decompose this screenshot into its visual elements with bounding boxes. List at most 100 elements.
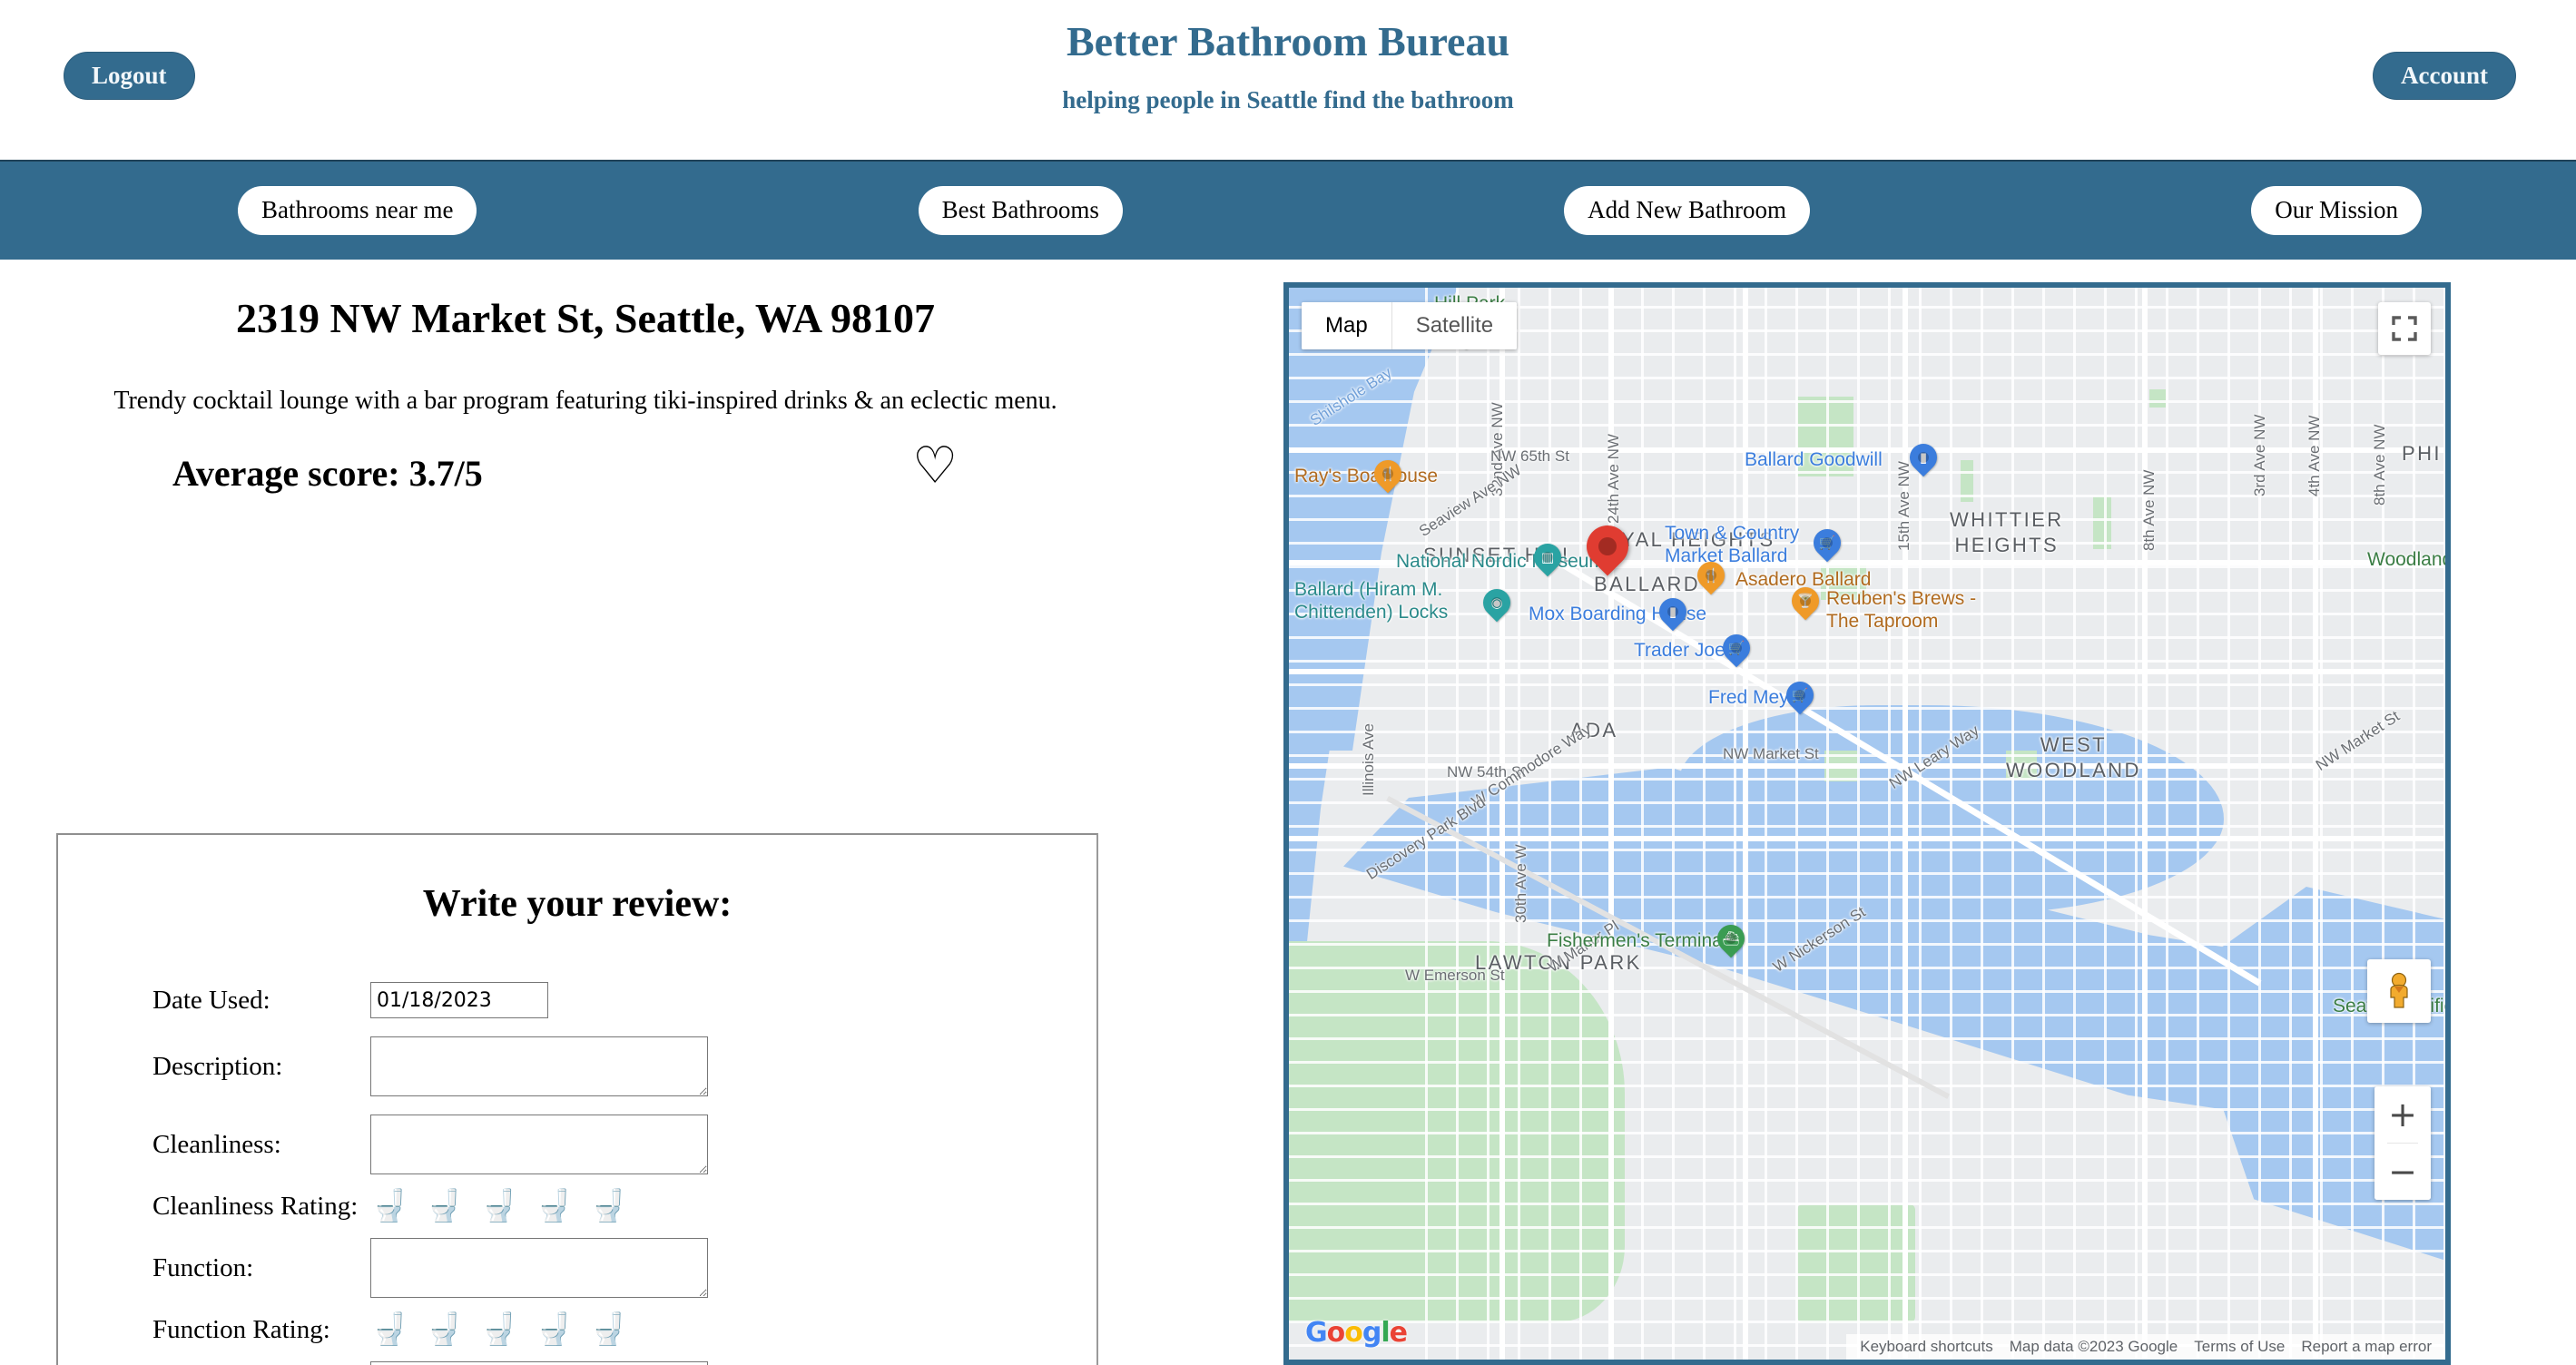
cleanliness-rating-group: 🚽 🚽 🚽 🚽 🚽 — [370, 1183, 1096, 1229]
toilet-icon[interactable]: 🚽 — [535, 1314, 573, 1345]
cleanliness-field-wrap — [370, 1105, 1096, 1183]
map-data-credit: Map data ©2023 Google — [2009, 1338, 2178, 1355]
nav-item-add-new-bathroom[interactable]: Add New Bathroom — [1564, 186, 1811, 235]
nav-items: Bathrooms near me Best Bathrooms Add New… — [0, 186, 2576, 235]
map-street-w-emerson-st: W Emerson St — [1405, 967, 1505, 984]
nav-item-best-bathrooms[interactable]: Best Bathrooms — [918, 186, 1123, 235]
function-label: Function: — [152, 1252, 254, 1282]
museum-icon: ▥ — [1540, 549, 1555, 565]
page-body: 2319 NW Market St, Seattle, WA 98107 Tre… — [0, 260, 2576, 1365]
google-logo: Google — [1305, 1317, 1408, 1349]
street-view-pegman-button[interactable] — [2367, 959, 2431, 1023]
store-pin-icon[interactable]: 🛒 — [1807, 523, 1847, 563]
description-textarea[interactable] — [370, 1036, 708, 1096]
date-used-field-wrap — [370, 973, 1096, 1027]
terms-of-use-link[interactable]: Terms of Use — [2186, 1338, 2293, 1356]
site-header: Logout Better Bathroom Bureau helping pe… — [0, 0, 2576, 160]
date-used-label: Date Used: — [152, 985, 270, 1015]
map-street-nw-market-st: NW Market St — [1723, 745, 1819, 762]
date-used-input[interactable] — [370, 982, 548, 1018]
nav-item-bathrooms-near-me[interactable]: Bathrooms near me — [238, 186, 477, 235]
review-form-title: Write your review: — [422, 883, 732, 925]
store-pin-icon[interactable]: ▮ — [1903, 437, 1943, 477]
toilet-icon[interactable]: 🚽 — [370, 1314, 408, 1345]
style-field-wrap — [370, 1352, 1096, 1365]
zoom-in-button[interactable]: + — [2374, 1086, 2431, 1143]
bathroom-description: Trendy cocktail lounge with a bar progra… — [113, 386, 1057, 415]
attraction-pin-icon[interactable]: ◉ — [1477, 583, 1517, 623]
cart-icon: 🛒 — [1791, 687, 1809, 703]
function-rating-group: 🚽 🚽 🚽 🚽 🚽 — [370, 1307, 1096, 1352]
score-row: Average score: 3.7/5 ♡ — [0, 441, 1171, 516]
map-poi-rays-boathouse[interactable]: Ray's Boathouse — [1294, 466, 1438, 487]
map-label-whittier-heights: WHITTIER HEIGHTS — [1950, 508, 2064, 556]
map-street-nw-65th-st: NW 65th St — [1490, 447, 1569, 465]
bar-pin-icon[interactable]: 🍸 — [1785, 581, 1825, 621]
fullscreen-button[interactable] — [2378, 302, 2431, 355]
store-pin-icon[interactable]: 🛒 — [1716, 628, 1756, 668]
fork-knife-icon: 🍴 — [1379, 466, 1397, 482]
restaurant-pin-icon[interactable]: 🍴 — [1691, 555, 1731, 595]
toilet-icon[interactable]: 🚽 — [480, 1191, 518, 1222]
attraction-pin-icon[interactable]: ⛴ — [1711, 918, 1751, 958]
account-button[interactable]: Account — [2373, 52, 2516, 100]
camera-icon: ◉ — [1490, 594, 1503, 611]
map-street-illinois-ave: Illinois Ave — [1360, 722, 1377, 796]
toilet-icon[interactable]: 🚽 — [589, 1314, 627, 1345]
description-label: Description: — [152, 1051, 283, 1081]
map-street-30th-ave-w: 30th Ave W — [1512, 844, 1529, 923]
map-poi-fishermens-terminal[interactable]: Fishermen's Terminal — [1547, 930, 1727, 952]
map-poi-ballard-goodwill[interactable]: Ballard Goodwill — [1745, 449, 1883, 471]
shopping-bag-icon: ▮ — [1919, 449, 1928, 466]
map-poi-ballard-locks: Ballard (Hiram M. Chittenden) Locks — [1294, 579, 1449, 624]
bathroom-detail-column: 2319 NW Market St, Seattle, WA 98107 Tre… — [0, 260, 1171, 1365]
description-field-wrap — [370, 1027, 1096, 1105]
site-subtitle: helping people in Seattle find the bathr… — [1062, 86, 1514, 114]
report-map-error-link[interactable]: Report a map error — [2293, 1338, 2440, 1356]
map-street-3rd-ave-nw: 3rd Ave NW — [2251, 414, 2268, 496]
map-label-phi: PHI — [2402, 442, 2442, 465]
review-form: Write your review: Date Used: Descriptio… — [56, 833, 1098, 1365]
map-type-map-button[interactable]: Map — [1302, 302, 1391, 349]
toilet-icon[interactable]: 🚽 — [480, 1314, 518, 1345]
zoom-out-button[interactable]: − — [2374, 1144, 2431, 1200]
map-canvas[interactable]: SUNSET HILL LOYAL HEIGHTS BALLARD WHITTI… — [1289, 288, 2445, 1360]
cocktail-icon: 🍸 — [1796, 593, 1814, 609]
function-field-wrap — [370, 1229, 1096, 1307]
map-poi-reubens-brews: Reuben's Brews - The Taproom — [1826, 588, 1977, 633]
map-poi-national-nordic-museum[interactable]: National Nordic Museum — [1396, 551, 1605, 573]
shopping-bag-icon: ▮ — [1668, 604, 1677, 620]
toilet-icon[interactable]: 🚽 — [589, 1191, 627, 1222]
map-poi-woodland: Woodland — [2367, 549, 2451, 570]
map-street-4th-ave-nw: 4th Ave NW — [2306, 415, 2323, 496]
restaurant-pin-icon[interactable]: 🍴 — [1368, 454, 1408, 494]
store-pin-icon[interactable]: ▮ — [1653, 592, 1693, 632]
map-street-8th-ave-nw-east: 8th Ave NW — [2371, 424, 2388, 506]
toilet-icon[interactable]: 🚽 — [425, 1314, 463, 1345]
style-textarea[interactable] — [370, 1361, 708, 1365]
map-label-ballard: BALLARD — [1594, 573, 1701, 595]
cleanliness-label: Cleanliness: — [152, 1129, 281, 1159]
map-type-satellite-button[interactable]: Satellite — [1391, 302, 1518, 349]
museum-pin-icon[interactable]: ▥ — [1528, 537, 1568, 577]
main-navigation: Bathrooms near me Best Bathrooms Add New… — [0, 160, 2576, 260]
map-type-control: Map Satellite — [1302, 302, 1518, 349]
map-label-west-woodland: WEST WOODLAND — [2006, 733, 2141, 781]
function-rating-label: Function Rating: — [152, 1314, 330, 1344]
heart-icon[interactable]: ♡ — [912, 441, 958, 492]
store-pin-icon[interactable]: 🛒 — [1780, 675, 1820, 715]
zoom-control: + − — [2374, 1086, 2431, 1200]
google-map[interactable]: SUNSET HILL LOYAL HEIGHTS BALLARD WHITTI… — [1283, 282, 2451, 1365]
function-textarea[interactable] — [370, 1238, 708, 1298]
toilet-icon[interactable]: 🚽 — [535, 1191, 573, 1222]
toilet-icon[interactable]: 🚽 — [425, 1191, 463, 1222]
nav-item-our-mission[interactable]: Our Mission — [2251, 186, 2422, 235]
map-street-15th-ave-nw: 15th Ave NW — [1895, 461, 1912, 551]
brand-block: Better Bathroom Bureau helping people in… — [0, 16, 2576, 113]
boat-icon: ⛴ — [1722, 930, 1740, 947]
toilet-icon[interactable]: 🚽 — [370, 1191, 408, 1222]
fullscreen-icon — [2392, 316, 2417, 341]
keyboard-shortcuts-link[interactable]: Keyboard shortcuts — [1852, 1338, 2001, 1356]
pegman-icon — [2390, 972, 2408, 1008]
cleanliness-textarea[interactable] — [370, 1115, 708, 1174]
